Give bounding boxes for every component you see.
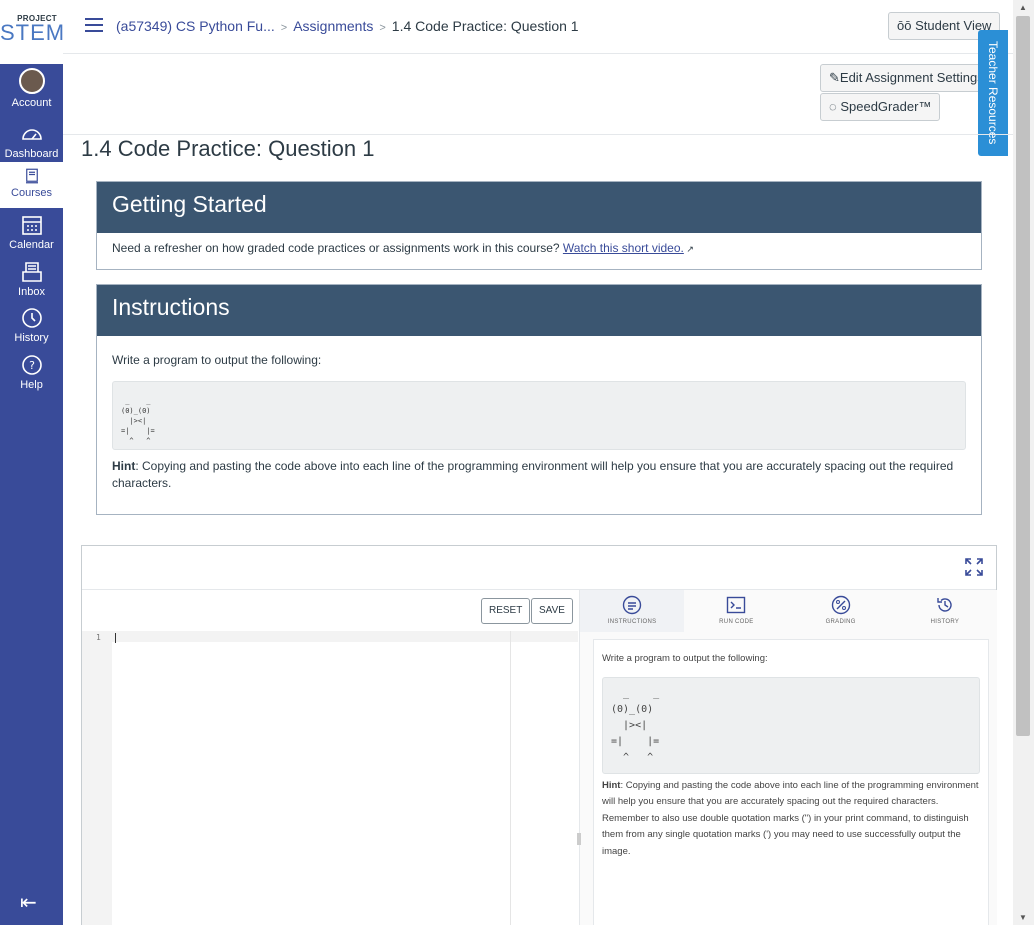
history-icon — [937, 598, 952, 612]
instructions-hint: Hint: Copying and pasting the code above… — [112, 458, 966, 492]
inbox-icon — [21, 262, 42, 282]
nav-account-label: Account — [11, 97, 52, 109]
project-stem-logo[interactable]: PROJECT STEM — [0, 0, 66, 64]
ide-side-pane: INSTRUCTIONS RUN CODE GRADING HISTORY Wr… — [579, 590, 997, 925]
hamburger-menu-icon[interactable] — [85, 18, 103, 32]
nav-dashboard-label: Dashboard — [4, 148, 59, 160]
nav-calendar[interactable]: Calendar — [0, 213, 63, 251]
page-header: (a57349) CS Python Fu... > Assignments >1.4… — [63, 0, 1013, 54]
nav-help[interactable]: ? Help — [0, 353, 63, 391]
nav-calendar-label: Calendar — [9, 239, 54, 251]
getting-started-panel: Getting Started Need a refresher on how … — [96, 181, 982, 270]
tab-grading[interactable]: GRADING — [789, 590, 893, 632]
tab-run-code[interactable]: RUN CODE — [684, 590, 788, 632]
instructions-panel: Instructions Write a program to output t… — [96, 284, 982, 515]
edit-settings-label: Edit Assignment Settings — [839, 70, 984, 85]
header-divider — [63, 134, 1013, 135]
instructions-icon — [622, 595, 642, 615]
calendar-icon — [21, 216, 42, 235]
print-margin — [510, 631, 511, 925]
nav-history[interactable]: History — [0, 306, 63, 344]
speedgrader-label: SpeedGrader™ — [840, 99, 932, 114]
getting-started-text: Need a refresher on how graded code prac… — [112, 241, 563, 255]
breadcrumb: (a57349) CS Python Fu... > Assignments >1.4… — [116, 18, 579, 34]
pane-prompt: Write a program to output the following: — [602, 653, 768, 664]
code-editor[interactable]: RESET SAVE 1 — [82, 590, 578, 925]
pane-code-block: _ _ (0)_(0) |><| =| |= ^ ^ — [602, 676, 980, 774]
tab-history[interactable]: HISTORY — [893, 590, 997, 632]
nav-inbox-label: Inbox — [18, 286, 45, 298]
external-link-icon: ↗ — [683, 244, 694, 254]
breadcrumb-separator-icon: > — [280, 22, 288, 34]
instructions-pane-body: Write a program to output the following:… — [593, 639, 989, 925]
pane-hint: Hint: Copying and pasting the code above… — [602, 778, 980, 861]
speedgrader-icon: ◌ — [829, 99, 841, 114]
text-cursor — [115, 633, 116, 643]
nav-courses-label: Courses — [11, 187, 52, 199]
scrollbar-thumb[interactable] — [1016, 16, 1030, 736]
instructions-heading: Instructions — [97, 285, 981, 336]
instructions-code-block: _ _ (0)_(0) |><| =| |= ^ ^ — [112, 381, 966, 450]
instructions-body: Write a program to output the following:… — [97, 336, 981, 508]
tab-instructions[interactable]: INSTRUCTIONS — [580, 590, 685, 632]
pencil-icon: ✎ — [829, 70, 840, 85]
watch-video-link[interactable]: Watch this short video. — [563, 241, 684, 255]
ide-tabs: INSTRUCTIONS RUN CODE GRADING HISTORY — [580, 590, 997, 632]
breadcrumb-assignments[interactable]: Assignments — [293, 18, 373, 34]
global-nav: PROJECT STEM Account Dashboard Courses C… — [0, 0, 66, 925]
help-icon: ? — [21, 355, 42, 375]
breadcrumb-separator-icon: > — [379, 22, 386, 34]
tab-grading-label: GRADING — [825, 619, 856, 625]
nav-inbox[interactable]: Inbox — [0, 260, 63, 298]
line-number-gutter: 1 — [82, 631, 112, 925]
collapse-nav-icon[interactable]: ⇤ — [20, 890, 37, 915]
page-scrollbar[interactable]: ▲ ▼ — [1013, 0, 1034, 925]
nav-dashboard[interactable]: Dashboard — [0, 122, 63, 160]
dashboard-icon — [21, 129, 42, 140]
editor-toolbar: RESET SAVE — [82, 590, 578, 631]
nav-history-label: History — [14, 332, 49, 344]
app: PROJECT STEM Account Dashboard Courses C… — [0, 0, 1034, 925]
code-ide: RESET SAVE 1 INSTRUCTIONS RUN CODE GRADI… — [81, 545, 997, 925]
pane-hint-label: Hint — [602, 779, 621, 791]
save-button[interactable]: SAVE — [531, 598, 573, 624]
teacher-resources-tab[interactable]: Teacher Resources — [978, 30, 1008, 156]
tab-instructions-label: INSTRUCTIONS — [607, 619, 657, 625]
avatar — [18, 68, 45, 94]
courses-icon — [25, 168, 38, 184]
pane-hint-text: : Copying and pasting the code above int… — [602, 779, 979, 857]
edit-assignment-settings-button[interactable]: ✎Edit Assignment Settings — [820, 64, 993, 92]
speedgrader-button[interactable]: ◌ SpeedGrader™ — [820, 93, 941, 121]
page-title: 1.4 Code Practice: Question 1 — [81, 136, 375, 161]
fullscreen-icon[interactable] — [964, 556, 984, 578]
logo-bottom-text: STEM — [0, 20, 66, 45]
nav-account[interactable]: Account — [0, 68, 63, 109]
hint-text: : Copying and pasting the code above int… — [112, 459, 954, 490]
glasses-icon: ōō — [897, 18, 916, 33]
nav-help-label: Help — [20, 379, 43, 391]
active-line-highlight — [112, 631, 578, 642]
instructions-prompt: Write a program to output the following: — [112, 353, 322, 367]
line-number: 1 — [96, 633, 101, 642]
svg-text:?: ? — [29, 359, 35, 372]
pane-splitter[interactable] — [577, 833, 581, 845]
getting-started-body: Need a refresher on how graded code prac… — [97, 233, 981, 263]
breadcrumb-current: 1.4 Code Practice: Question 1 — [391, 18, 579, 34]
nav-courses[interactable]: Courses — [0, 162, 63, 208]
tab-history-label: HISTORY — [930, 619, 960, 625]
scroll-down-icon[interactable]: ▼ — [1019, 913, 1027, 922]
grading-icon — [831, 595, 850, 615]
hint-label: Hint — [112, 459, 136, 473]
tab-run-code-label: RUN CODE — [719, 619, 754, 625]
history-icon — [21, 308, 42, 328]
scroll-up-icon[interactable]: ▲ — [1019, 3, 1027, 12]
breadcrumb-course[interactable]: (a57349) CS Python Fu... — [116, 18, 275, 34]
ide-toolbar — [82, 546, 996, 590]
terminal-icon — [727, 596, 746, 614]
reset-button[interactable]: RESET — [481, 598, 531, 624]
getting-started-heading: Getting Started — [97, 182, 981, 233]
